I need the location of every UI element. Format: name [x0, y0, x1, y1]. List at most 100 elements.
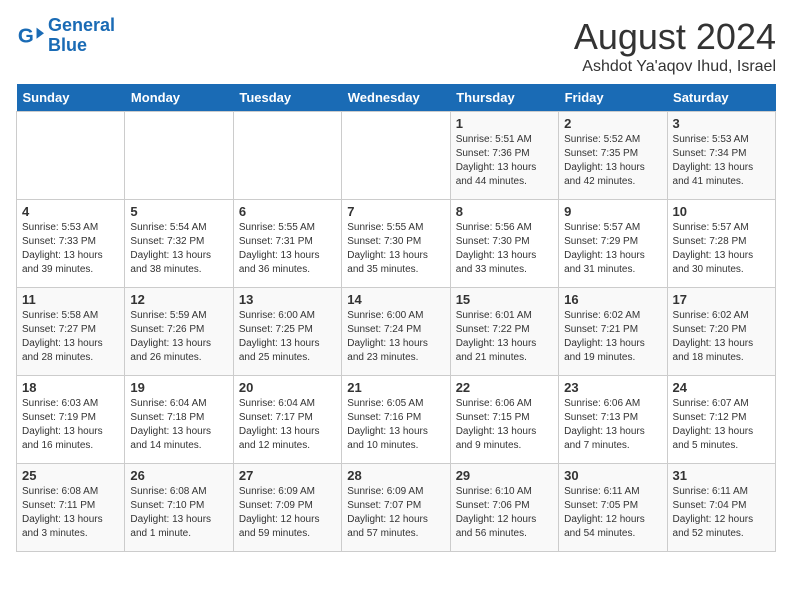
- day-info: Sunrise: 6:06 AM Sunset: 7:15 PM Dayligh…: [456, 397, 553, 453]
- calendar-cell: [233, 112, 341, 200]
- day-number: 12: [130, 292, 227, 307]
- day-number: 7: [347, 204, 444, 219]
- calendar-cell: [342, 112, 450, 200]
- day-info: Sunrise: 6:01 AM Sunset: 7:22 PM Dayligh…: [456, 309, 553, 365]
- calendar-cell: 3 Sunrise: 5:53 AM Sunset: 7:34 PM Daylig…: [667, 112, 775, 200]
- calendar-body: 1 Sunrise: 5:51 AM Sunset: 7:36 PM Daylig…: [17, 112, 776, 552]
- calendar-week-4: 18Sunrise: 6:03 AM Sunset: 7:19 PM Dayli…: [17, 376, 776, 464]
- calendar-cell: 21 Sunrise: 6:05 AM Sunset: 7:16 PM Dayli…: [342, 376, 450, 464]
- day-info: Sunrise: 6:10 AM Sunset: 7:06 PM Dayligh…: [456, 485, 553, 541]
- day-number: 15: [456, 292, 553, 307]
- logo-text: General Blue: [48, 16, 115, 56]
- weekday-header-sunday: Sunday: [17, 84, 125, 112]
- calendar-cell: 4Sunrise: 5:53 AM Sunset: 7:33 PM Daylig…: [17, 200, 125, 288]
- calendar-cell: 18Sunrise: 6:03 AM Sunset: 7:19 PM Dayli…: [17, 376, 125, 464]
- calendar-week-5: 25Sunrise: 6:08 AM Sunset: 7:11 PM Dayli…: [17, 464, 776, 552]
- calendar-cell: 27 Sunrise: 6:09 AM Sunset: 7:09 PM Dayli…: [233, 464, 341, 552]
- calendar-cell: 2 Sunrise: 5:52 AM Sunset: 7:35 PM Daylig…: [559, 112, 667, 200]
- day-number: 31: [673, 468, 770, 483]
- calendar-cell: 28Sunrise: 6:09 AM Sunset: 7:07 PM Dayli…: [342, 464, 450, 552]
- calendar-table: SundayMondayTuesdayWednesdayThursdayFrid…: [16, 84, 776, 552]
- day-info: Sunrise: 6:11 AM Sunset: 7:05 PM Dayligh…: [564, 485, 661, 541]
- calendar-cell: 6Sunrise: 5:55 AM Sunset: 7:31 PM Daylig…: [233, 200, 341, 288]
- calendar-cell: 12 Sunrise: 5:59 AM Sunset: 7:26 PM Dayli…: [125, 288, 233, 376]
- day-info: Sunrise: 6:03 AM Sunset: 7:19 PM Dayligh…: [22, 397, 119, 453]
- day-info: Sunrise: 6:11 AM Sunset: 7:04 PM Dayligh…: [673, 485, 770, 541]
- month-title: August 2024: [574, 16, 776, 58]
- day-number: 28: [347, 468, 444, 483]
- weekday-header-wednesday: Wednesday: [342, 84, 450, 112]
- day-number: 24: [673, 380, 770, 395]
- day-number: 8: [456, 204, 553, 219]
- day-number: 16: [564, 292, 661, 307]
- calendar-cell: 13Sunrise: 6:00 AM Sunset: 7:25 PM Dayli…: [233, 288, 341, 376]
- day-number: 13: [239, 292, 336, 307]
- day-number: 9: [564, 204, 661, 219]
- day-info: Sunrise: 5:51 AM Sunset: 7:36 PM Dayligh…: [456, 133, 553, 189]
- day-info: Sunrise: 6:09 AM Sunset: 7:09 PM Dayligh…: [239, 485, 336, 541]
- calendar-week-3: 11 Sunrise: 5:58 AM Sunset: 7:27 PM Dayli…: [17, 288, 776, 376]
- calendar-cell: 8 Sunrise: 5:56 AM Sunset: 7:30 PM Daylig…: [450, 200, 558, 288]
- day-info: Sunrise: 5:52 AM Sunset: 7:35 PM Dayligh…: [564, 133, 661, 189]
- calendar-cell: 20 Sunrise: 6:04 AM Sunset: 7:17 PM Dayli…: [233, 376, 341, 464]
- day-info: Sunrise: 5:58 AM Sunset: 7:27 PM Dayligh…: [22, 309, 119, 365]
- weekday-header-monday: Monday: [125, 84, 233, 112]
- calendar-cell: 1 Sunrise: 5:51 AM Sunset: 7:36 PM Daylig…: [450, 112, 558, 200]
- calendar-cell: [125, 112, 233, 200]
- calendar-cell: 23 Sunrise: 6:06 AM Sunset: 7:13 PM Dayli…: [559, 376, 667, 464]
- calendar-cell: 7Sunrise: 5:55 AM Sunset: 7:30 PM Daylig…: [342, 200, 450, 288]
- calendar-header: SundayMondayTuesdayWednesdayThursdayFrid…: [17, 84, 776, 112]
- calendar-cell: 29 Sunrise: 6:10 AM Sunset: 7:06 PM Dayli…: [450, 464, 558, 552]
- calendar-cell: 5Sunrise: 5:54 AM Sunset: 7:32 PM Daylig…: [125, 200, 233, 288]
- day-number: 17: [673, 292, 770, 307]
- weekday-row: SundayMondayTuesdayWednesdayThursdayFrid…: [17, 84, 776, 112]
- day-number: 3: [673, 116, 770, 131]
- day-number: 19: [130, 380, 227, 395]
- day-number: 2: [564, 116, 661, 131]
- calendar-cell: 17Sunrise: 6:02 AM Sunset: 7:20 PM Dayli…: [667, 288, 775, 376]
- calendar-cell: 26Sunrise: 6:08 AM Sunset: 7:10 PM Dayli…: [125, 464, 233, 552]
- calendar-cell: 15 Sunrise: 6:01 AM Sunset: 7:22 PM Dayli…: [450, 288, 558, 376]
- day-info: Sunrise: 5:59 AM Sunset: 7:26 PM Dayligh…: [130, 309, 227, 365]
- day-info: Sunrise: 6:08 AM Sunset: 7:11 PM Dayligh…: [22, 485, 119, 541]
- calendar-cell: 24Sunrise: 6:07 AM Sunset: 7:12 PM Dayli…: [667, 376, 775, 464]
- weekday-header-thursday: Thursday: [450, 84, 558, 112]
- calendar-cell: 19 Sunrise: 6:04 AM Sunset: 7:18 PM Dayli…: [125, 376, 233, 464]
- day-number: 10: [673, 204, 770, 219]
- day-number: 30: [564, 468, 661, 483]
- day-info: Sunrise: 5:56 AM Sunset: 7:30 PM Dayligh…: [456, 221, 553, 277]
- day-number: 20: [239, 380, 336, 395]
- location-subtitle: Ashdot Ya'aqov Ihud, Israel: [574, 58, 776, 76]
- calendar-cell: 31 Sunrise: 6:11 AM Sunset: 7:04 PM Dayli…: [667, 464, 775, 552]
- day-info: Sunrise: 6:00 AM Sunset: 7:24 PM Dayligh…: [347, 309, 444, 365]
- day-info: Sunrise: 6:02 AM Sunset: 7:21 PM Dayligh…: [564, 309, 661, 365]
- day-info: Sunrise: 6:04 AM Sunset: 7:17 PM Dayligh…: [239, 397, 336, 453]
- day-number: 29: [456, 468, 553, 483]
- day-number: 23: [564, 380, 661, 395]
- day-number: 26: [130, 468, 227, 483]
- day-info: Sunrise: 5:57 AM Sunset: 7:29 PM Dayligh…: [564, 221, 661, 277]
- day-number: 21: [347, 380, 444, 395]
- calendar-cell: 22Sunrise: 6:06 AM Sunset: 7:15 PM Dayli…: [450, 376, 558, 464]
- day-number: 11: [22, 292, 119, 307]
- day-number: 5: [130, 204, 227, 219]
- calendar-cell: 11 Sunrise: 5:58 AM Sunset: 7:27 PM Dayli…: [17, 288, 125, 376]
- weekday-header-saturday: Saturday: [667, 84, 775, 112]
- day-info: Sunrise: 5:53 AM Sunset: 7:34 PM Dayligh…: [673, 133, 770, 189]
- calendar-cell: 16 Sunrise: 6:02 AM Sunset: 7:21 PM Dayli…: [559, 288, 667, 376]
- calendar-cell: 10Sunrise: 5:57 AM Sunset: 7:28 PM Dayli…: [667, 200, 775, 288]
- weekday-header-friday: Friday: [559, 84, 667, 112]
- calendar-cell: [17, 112, 125, 200]
- day-number: 1: [456, 116, 553, 131]
- day-info: Sunrise: 6:06 AM Sunset: 7:13 PM Dayligh…: [564, 397, 661, 453]
- logo-icon: G: [16, 22, 44, 50]
- svg-text:G: G: [18, 24, 34, 47]
- day-number: 4: [22, 204, 119, 219]
- day-number: 27: [239, 468, 336, 483]
- calendar-cell: 25Sunrise: 6:08 AM Sunset: 7:11 PM Dayli…: [17, 464, 125, 552]
- day-info: Sunrise: 6:05 AM Sunset: 7:16 PM Dayligh…: [347, 397, 444, 453]
- calendar-cell: 14Sunrise: 6:00 AM Sunset: 7:24 PM Dayli…: [342, 288, 450, 376]
- day-info: Sunrise: 6:04 AM Sunset: 7:18 PM Dayligh…: [130, 397, 227, 453]
- logo: G General Blue: [16, 16, 115, 56]
- calendar-cell: 30 Sunrise: 6:11 AM Sunset: 7:05 PM Dayli…: [559, 464, 667, 552]
